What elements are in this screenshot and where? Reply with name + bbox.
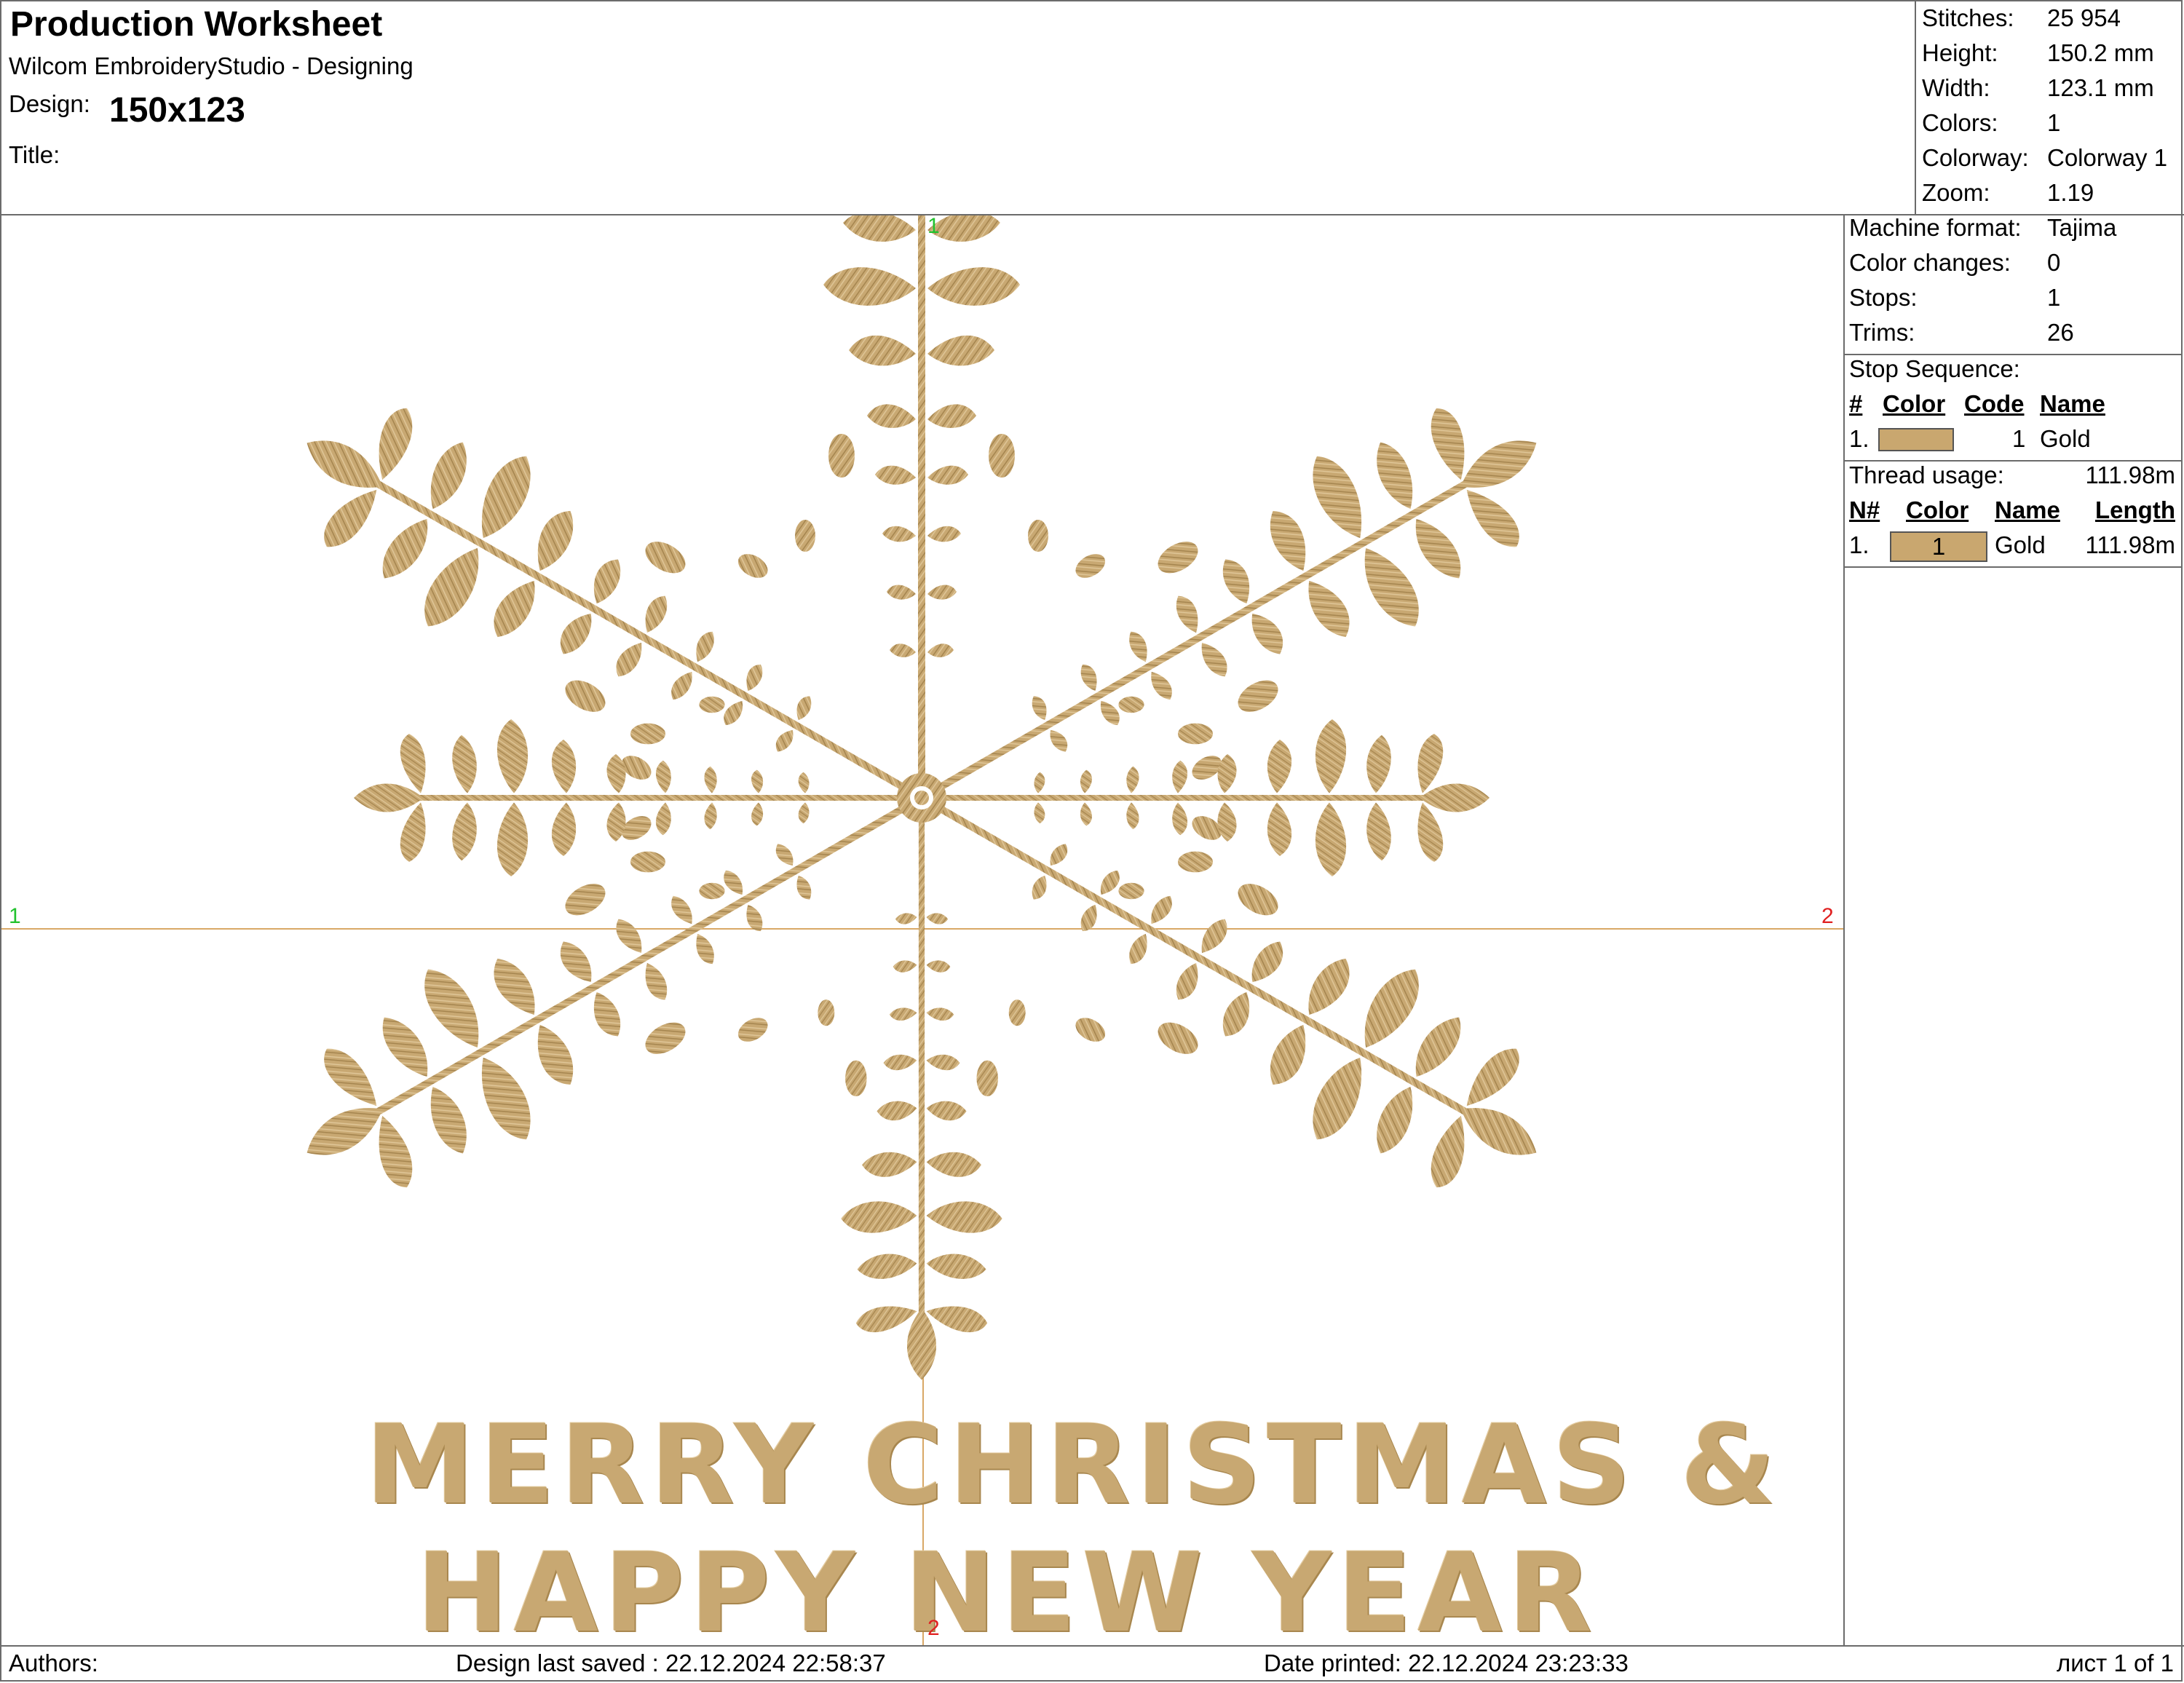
height-value: 150.2 mm <box>2047 39 2154 66</box>
date-printed: Date printed: 22.12.2024 23:23:33 <box>1264 1650 1629 1676</box>
stop-seq-row-name: Gold <box>2040 425 2091 452</box>
width-value: 123.1 mm <box>2047 74 2154 101</box>
thread-row-num: 1. <box>1849 531 1870 558</box>
width-label: Width: <box>1922 74 1990 101</box>
stop-seq-row-code: 1 <box>2012 425 2026 452</box>
thread-row-name: Gold <box>1995 531 2046 558</box>
thread-header-num: N# <box>1849 496 1880 523</box>
guide-marker-left: 1 <box>9 904 21 928</box>
worksheet-title: Production Worksheet <box>10 5 383 44</box>
footer-divider <box>0 1645 2184 1647</box>
trims-value: 26 <box>2047 319 2074 346</box>
stop-seq-header-color: Color <box>1883 390 1946 417</box>
stitches-label: Stitches: <box>1922 4 2014 31</box>
machine-format-label: Machine format: <box>1849 214 2022 241</box>
stop-seq-header-num: # <box>1849 390 1863 417</box>
stop-seq-row-num: 1. <box>1849 425 1870 452</box>
stops-label: Stops: <box>1849 284 1918 311</box>
stops-value: 1 <box>2047 284 2061 311</box>
thread-divider <box>1843 566 2183 568</box>
stop-seq-color-swatch <box>1878 428 1954 451</box>
colors-label: Colors: <box>1922 109 1998 136</box>
guide-marker-bottom: 2 <box>927 1616 940 1640</box>
thread-header-color: Color <box>1906 496 1969 523</box>
machine-format-value: Tajima <box>2047 214 2117 241</box>
guide-marker-right: 2 <box>1821 904 1834 928</box>
design-canvas: MERRY CHRISTMAS & HAPPY NEW YEAR 1 1 2 2 <box>1 215 1843 1645</box>
stop-seq-header-name: Name <box>2040 390 2105 417</box>
title-label: Title: <box>9 141 60 168</box>
page-number: лист 1 of 1 <box>2056 1650 2174 1676</box>
zoom-label: Zoom: <box>1922 179 1990 206</box>
stats-divider <box>1915 0 1916 215</box>
stitches-value: 25 954 <box>2047 4 2121 31</box>
design-name: 150x123 <box>109 91 245 130</box>
zoom-value: 1.19 <box>2047 179 2094 206</box>
thread-row-length: 111.98m <box>2085 531 2175 558</box>
color-changes-label: Color changes: <box>1849 249 2011 276</box>
color-changes-value: 0 <box>2047 249 2061 276</box>
colorway-value: Colorway 1 <box>2047 144 2168 171</box>
colorway-label: Colorway: <box>1922 144 2029 171</box>
trims-label: Trims: <box>1849 319 1915 346</box>
thread-color-swatch: 1 <box>1890 531 1987 562</box>
height-label: Height: <box>1922 39 1998 66</box>
app-name: Wilcom EmbroideryStudio - Designing <box>9 52 414 79</box>
design-last-saved: Design last saved : 22.12.2024 22:58:37 <box>456 1650 886 1676</box>
snowflake <box>243 215 1600 1380</box>
stop-sequence-title: Stop Sequence: <box>1849 355 2020 382</box>
stop-seq-header-code: Code <box>1964 390 2025 417</box>
design-label: Design: <box>9 90 90 117</box>
greeting-line-2: HAPPY NEW YEAR <box>416 1530 1598 1645</box>
thread-usage-value: 111.98m <box>2085 462 2175 488</box>
greeting-line-1: MERRY CHRISTMAS & <box>365 1402 1782 1529</box>
authors-label: Authors: <box>9 1650 98 1676</box>
thread-usage-label: Thread usage: <box>1849 462 2004 488</box>
thread-header-name: Name <box>1995 496 2060 523</box>
colors-value: 1 <box>2047 109 2061 136</box>
thread-header-length: Length <box>2095 496 2175 523</box>
info-column-divider <box>1843 214 1845 1645</box>
guide-marker-top: 1 <box>927 215 940 238</box>
